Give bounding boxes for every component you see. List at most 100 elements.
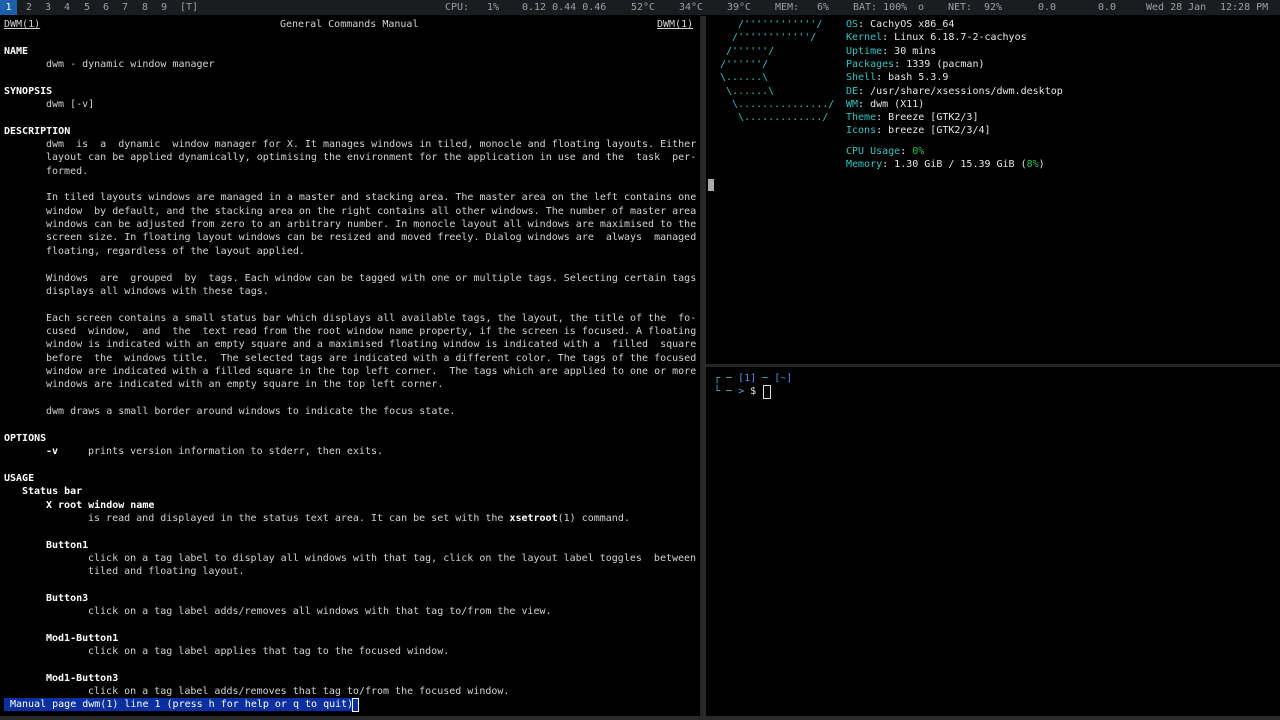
logo-line: \.............../ (720, 98, 835, 110)
net-down: 0.0 (1098, 2, 1117, 13)
logo-line: /''''''/ (720, 58, 769, 70)
info-key: DE (846, 85, 859, 97)
cpu-value: 1% (487, 2, 500, 13)
time: 12:28 PM (1220, 2, 1269, 13)
fetch-window[interactable]: /''''''''''''/ /''''''''''''/ /''''''//'… (706, 16, 1280, 367)
cpu-usage-row: CPU Usage: 0% (846, 146, 925, 157)
description-line: screen size. In floating layout windows … (46, 232, 697, 244)
tag-5[interactable]: 5 (80, 0, 94, 15)
description-line: windows are indicated with an empty squa… (46, 379, 444, 391)
layout-indicator[interactable]: [T] (178, 0, 200, 15)
section-name: NAME (4, 46, 29, 57)
tag-1[interactable]: 1 (0, 0, 17, 15)
section-usage: USAGE (4, 473, 35, 484)
description-line: Windows are grouped by tags. Each window… (46, 272, 697, 284)
man-header-center: General Commands Manual (280, 19, 419, 30)
xroot-text: is read and displayed in the status text… (88, 512, 630, 525)
section-description: DESCRIPTION (4, 126, 71, 137)
mod1-button3-text: click on a tag label adds/removes that t… (88, 686, 510, 697)
option-text: prints version information to stderr, th… (88, 446, 384, 457)
prompt-job: [1] (738, 373, 757, 384)
prompt-line-2[interactable]: └ ─ > $ (714, 385, 762, 398)
description-line: cused window, and the text read from the… (46, 325, 697, 337)
description-line: window are indicated with a filled squar… (46, 365, 697, 377)
description-line: dwm draws a small border around windows … (46, 406, 456, 417)
info-value: CachyOS x86_64 (870, 19, 955, 30)
memory-row: Memory: 1.30 GiB / 15.39 GiB (8%) (846, 159, 1045, 170)
status-bar: 1 2 3 4 5 6 7 8 9 [T] CPU: 1% 0.12 0.44 … (0, 0, 1280, 15)
button1-text-1: click on a tag label to display all wind… (88, 553, 697, 564)
prompt-sep: ─ (756, 373, 775, 384)
xsetroot-ref: xsetroot (509, 513, 558, 524)
tag-8[interactable]: 8 (138, 0, 152, 15)
info-value: dwm (X11) (870, 98, 925, 110)
temp-2: 34°C (679, 2, 704, 13)
logo-line: /''''''''''''/ (720, 19, 823, 30)
pager-cursor[interactable] (352, 698, 359, 712)
description-line: window by default, and the stacking area… (46, 205, 697, 217)
terminal-cursor (708, 179, 714, 191)
info-row: OS: CachyOS x86_64 (846, 19, 955, 30)
info-value: 30 mins (894, 45, 937, 57)
battery-label: BAT: 100% (853, 2, 908, 13)
option-flag: -v (46, 446, 59, 457)
net-up: 0.0 (1038, 2, 1057, 13)
info-value: Breeze [GTK2/3] (888, 112, 979, 124)
description-line: In tiled layouts windows are managed in … (46, 192, 697, 204)
info-value: bash 5.3.9 (888, 72, 949, 84)
prompt-corner-top: ┌ ─ (714, 373, 739, 384)
logo-line: /''''''/ (720, 45, 775, 57)
xroot-text-a: is read and displayed in the status text… (88, 513, 510, 524)
info-row: Theme: Breeze [GTK2/3] (846, 112, 979, 124)
net-value: 92% (984, 2, 1003, 13)
logo-line: \......\ (720, 85, 775, 97)
shell-cursor[interactable] (763, 385, 771, 399)
info-key: Kernel (846, 32, 883, 44)
bottom-edge (0, 716, 1280, 720)
man-page-window[interactable]: DWM(1) General Commands Manual DWM(1) NA… (0, 16, 702, 716)
info-row: DE: /usr/share/xsessions/dwm.desktop (846, 85, 1063, 97)
xroot-text-b: (1) command. (557, 513, 630, 524)
prompt-symbol: $ (750, 386, 763, 397)
button3-heading: Button3 (46, 593, 89, 604)
prompt-corner-bottom: └ ─ > (714, 386, 751, 397)
tag-3[interactable]: 3 (41, 0, 55, 15)
cpu-label: CPU: (445, 2, 470, 13)
man-header-left: DWM(1) (4, 19, 41, 30)
description-line: displays all windows with these tags. (46, 285, 269, 297)
mod1-button1-heading: Mod1-Button1 (46, 633, 119, 644)
battery-icon: o (918, 2, 925, 13)
info-key: OS (846, 19, 859, 30)
info-row: Uptime: 30 mins (846, 45, 937, 57)
description-line: window is indicated with an empty square… (46, 339, 697, 351)
memory-key: Memory (846, 159, 883, 170)
tag-9[interactable]: 9 (157, 0, 171, 15)
logo-line: /''''''''''''/ (720, 32, 817, 44)
pager-status-line: Manual page dwm(1) line 1 (press h for h… (4, 698, 360, 711)
subsection-status-bar: Status bar (22, 486, 83, 497)
mem-label: MEM: (775, 2, 800, 13)
load-average: 0.12 0.44 0.46 (522, 2, 607, 13)
prompt-cwd: [~] (774, 373, 793, 384)
shell-window[interactable]: ┌ ─ [1] ─ [~] └ ─ > $ (706, 370, 1280, 716)
temp-1: 52°C (631, 2, 656, 13)
tag-7[interactable]: 7 (118, 0, 132, 15)
memory-value: 1.30 GiB / 15.39 GiB ( (894, 159, 1027, 170)
info-key: Uptime (846, 45, 883, 57)
date: Wed 28 Jan (1146, 2, 1207, 13)
info-row: WM: dwm (X11) (846, 98, 925, 110)
tag-6[interactable]: 6 (99, 0, 113, 15)
temp-3: 39°C (727, 2, 752, 13)
tag-4[interactable]: 4 (60, 0, 74, 15)
info-row: Shell: bash 5.3.9 (846, 72, 949, 84)
prompt-line-1: ┌ ─ [1] ─ [~] (714, 372, 792, 385)
memory-percent: 8% (1026, 159, 1039, 170)
mem-value: 6% (817, 2, 830, 13)
tag-2[interactable]: 2 (22, 0, 36, 15)
info-value: /usr/share/xsessions/dwm.desktop (870, 85, 1063, 97)
section-options: OPTIONS (4, 433, 47, 444)
info-key: Shell (846, 72, 877, 84)
button3-text: click on a tag label adds/removes all wi… (88, 606, 552, 617)
description-line: layout can be applied dynamically, optim… (46, 152, 697, 164)
cpu-usage-value: 0% (912, 146, 925, 157)
